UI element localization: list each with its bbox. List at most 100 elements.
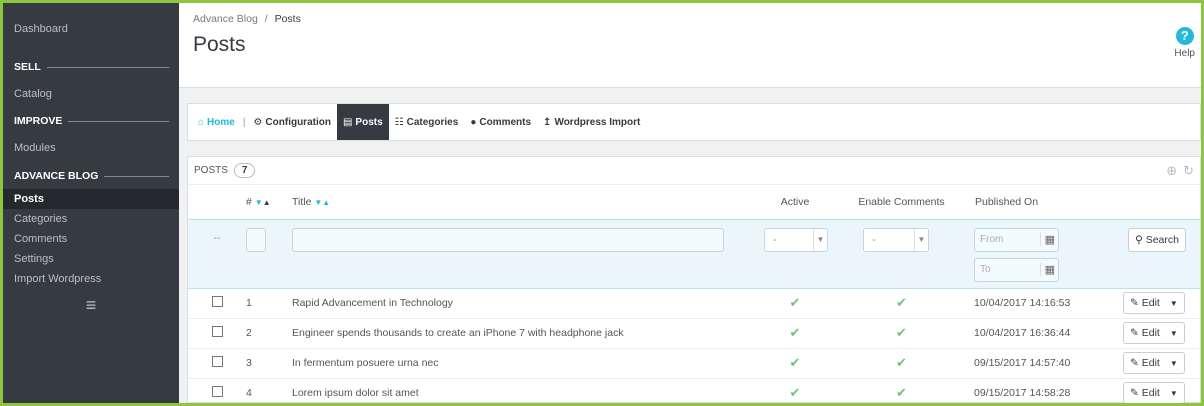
panel-heading: POSTS 7 ⊕ ↻: [188, 157, 1200, 185]
check-icon[interactable]: ✔: [896, 355, 907, 370]
home-icon: ⌂: [198, 116, 205, 128]
sidebar-item-dashboard[interactable]: Dashboard: [3, 3, 179, 55]
breadcrumb-separator: /: [264, 13, 268, 25]
column-header-enable-comments: Enable Comments: [858, 195, 945, 208]
table-header-row: # ▼▲ Title ▼▲ Active Enable Comments Pub…: [188, 185, 1200, 219]
breadcrumb: Advance Blog / Posts: [193, 13, 1187, 25]
filter-dash: --: [188, 218, 246, 289]
check-icon[interactable]: ✔: [896, 385, 907, 400]
row-title: Lorem ipsum dolor sit amet: [292, 378, 738, 403]
comments-filter-select[interactable]: - ▼: [863, 227, 929, 252]
date-from-input[interactable]: From ▦: [974, 227, 1059, 252]
add-icon[interactable]: ⊕: [1166, 163, 1177, 179]
edit-label: Edit: [1141, 387, 1160, 399]
active-filter-select[interactable]: - ▼: [764, 227, 828, 252]
edit-button[interactable]: ✎ Edit ▼: [1123, 292, 1185, 314]
check-icon[interactable]: ✔: [790, 385, 801, 400]
gears-icon: ⚙: [253, 116, 263, 128]
row-checkbox[interactable]: [211, 326, 223, 337]
row-title: Engineer spends thousands to create an i…: [292, 318, 738, 349]
date-to-input[interactable]: To ▦: [974, 257, 1059, 282]
sidebar-item-modules[interactable]: Modules: [3, 133, 179, 163]
tab-categories[interactable]: ☷ Categories: [389, 104, 465, 140]
help-button[interactable]: ? Help: [1174, 27, 1195, 59]
pencil-icon: ✎: [1130, 297, 1139, 309]
sidebar-item-settings[interactable]: Settings: [3, 249, 179, 269]
row-checkbox[interactable]: [211, 386, 223, 397]
sidebar-item-posts[interactable]: Posts: [3, 189, 179, 209]
help-label: Help: [1174, 48, 1195, 59]
row-id: 2: [246, 318, 292, 349]
refresh-icon[interactable]: ↻: [1183, 163, 1194, 179]
sidebar-section-label: IMPROVE: [14, 115, 63, 127]
breadcrumb-parent[interactable]: Advance Blog: [193, 13, 258, 25]
date-to-placeholder: To: [980, 264, 991, 275]
tab-comments[interactable]: ● Comments: [464, 104, 537, 140]
panel-toolbar: ⊕ ↻: [1166, 163, 1200, 179]
chevron-down-icon: ▼: [914, 228, 928, 251]
tab-wordpress-import-label: Wordpress Import: [554, 116, 641, 128]
check-icon[interactable]: ✔: [896, 295, 907, 310]
calendar-icon[interactable]: ▦: [1039, 263, 1055, 276]
menu-toggle-icon[interactable]: ≡: [3, 295, 179, 316]
title-filter-input[interactable]: [292, 227, 724, 252]
sidebar-item-catalog[interactable]: Catalog: [3, 79, 179, 109]
column-header-title[interactable]: Title ▼▲: [292, 185, 738, 219]
edit-button[interactable]: ✎ Edit ▼: [1123, 352, 1185, 374]
pencil-icon: ✎: [1130, 327, 1139, 339]
caret-down-icon[interactable]: ▼: [1170, 389, 1178, 398]
row-id: 4: [246, 378, 292, 403]
row-date: 09/15/2017 14:57:40: [951, 348, 1119, 379]
app-window: Dashboard SELL Catalog IMPROVE Modules A…: [3, 3, 1201, 403]
calendar-icon[interactable]: ▦: [1039, 233, 1055, 246]
check-icon[interactable]: ✔: [790, 325, 801, 340]
row-checkbox[interactable]: [211, 296, 223, 307]
table-row[interactable]: 1 Rapid Advancement in Technology ✔ ✔ 10…: [188, 288, 1200, 319]
check-icon[interactable]: ✔: [790, 355, 801, 370]
comments-filter-value: -: [872, 233, 876, 246]
sidebar-item-import-wordpress[interactable]: Import Wordpress: [3, 269, 179, 289]
table-row[interactable]: 2 Engineer spends thousands to create an…: [188, 318, 1200, 349]
posts-table: # ▼▲ Title ▼▲ Active Enable Comments Pub…: [188, 185, 1200, 403]
tab-comments-label: Comments: [479, 116, 532, 128]
table-row[interactable]: 3 In fermentum posuere urna nec ✔ ✔ 09/1…: [188, 348, 1200, 379]
row-id: 1: [246, 288, 292, 319]
caret-down-icon[interactable]: ▼: [1170, 299, 1178, 308]
caret-down-icon[interactable]: ▼: [1170, 359, 1178, 368]
tab-posts[interactable]: ▤ Posts: [336, 104, 389, 140]
search-button-label: Search: [1145, 233, 1179, 246]
sort-icon[interactable]: ▼▲: [255, 198, 271, 207]
tab-wordpress-import[interactable]: ↥ Wordpress Import: [537, 104, 646, 140]
row-checkbox[interactable]: [211, 356, 223, 367]
posts-panel: POSTS 7 ⊕ ↻ # ▼▲ Title ▼▲ Active Enable …: [187, 156, 1201, 403]
search-icon: ⚲: [1135, 233, 1143, 246]
table-row[interactable]: 4 Lorem ipsum dolor sit amet ✔ ✔ 09/15/2…: [188, 378, 1200, 403]
check-icon[interactable]: ✔: [896, 325, 907, 340]
sidebar-item-comments[interactable]: Comments: [3, 229, 179, 249]
comment-icon: ●: [470, 116, 477, 128]
tab-configuration[interactable]: ⚙ Configuration: [247, 104, 337, 140]
section-divider: [104, 175, 169, 177]
check-icon[interactable]: ✔: [790, 295, 801, 310]
tab-configuration-label: Configuration: [265, 116, 331, 128]
sidebar-section-advance-blog: ADVANCE BLOG: [3, 163, 179, 189]
row-date: 10/04/2017 14:16:53: [951, 288, 1119, 319]
row-id: 3: [246, 348, 292, 379]
breadcrumb-current: Posts: [274, 13, 301, 25]
section-divider: [46, 66, 169, 68]
column-header-id[interactable]: # ▼▲: [246, 185, 292, 219]
row-title: In fermentum posuere urna nec: [292, 348, 738, 379]
tab-categories-label: Categories: [406, 116, 459, 128]
id-filter-input[interactable]: [246, 227, 266, 252]
sort-icon[interactable]: ▼▲: [314, 198, 330, 207]
caret-down-icon[interactable]: ▼: [1170, 329, 1178, 338]
tab-home[interactable]: ⌂ Home: [188, 104, 241, 140]
upload-icon: ↥: [543, 116, 552, 128]
sidebar-section-label: ADVANCE BLOG: [14, 170, 99, 182]
edit-button[interactable]: ✎ Edit ▼: [1123, 322, 1185, 344]
edit-button[interactable]: ✎ Edit ▼: [1123, 382, 1185, 403]
section-divider: [68, 120, 169, 122]
sidebar-item-categories[interactable]: Categories: [3, 209, 179, 229]
search-button[interactable]: ⚲ Search: [1128, 227, 1186, 252]
pencil-icon: ✎: [1130, 357, 1139, 369]
